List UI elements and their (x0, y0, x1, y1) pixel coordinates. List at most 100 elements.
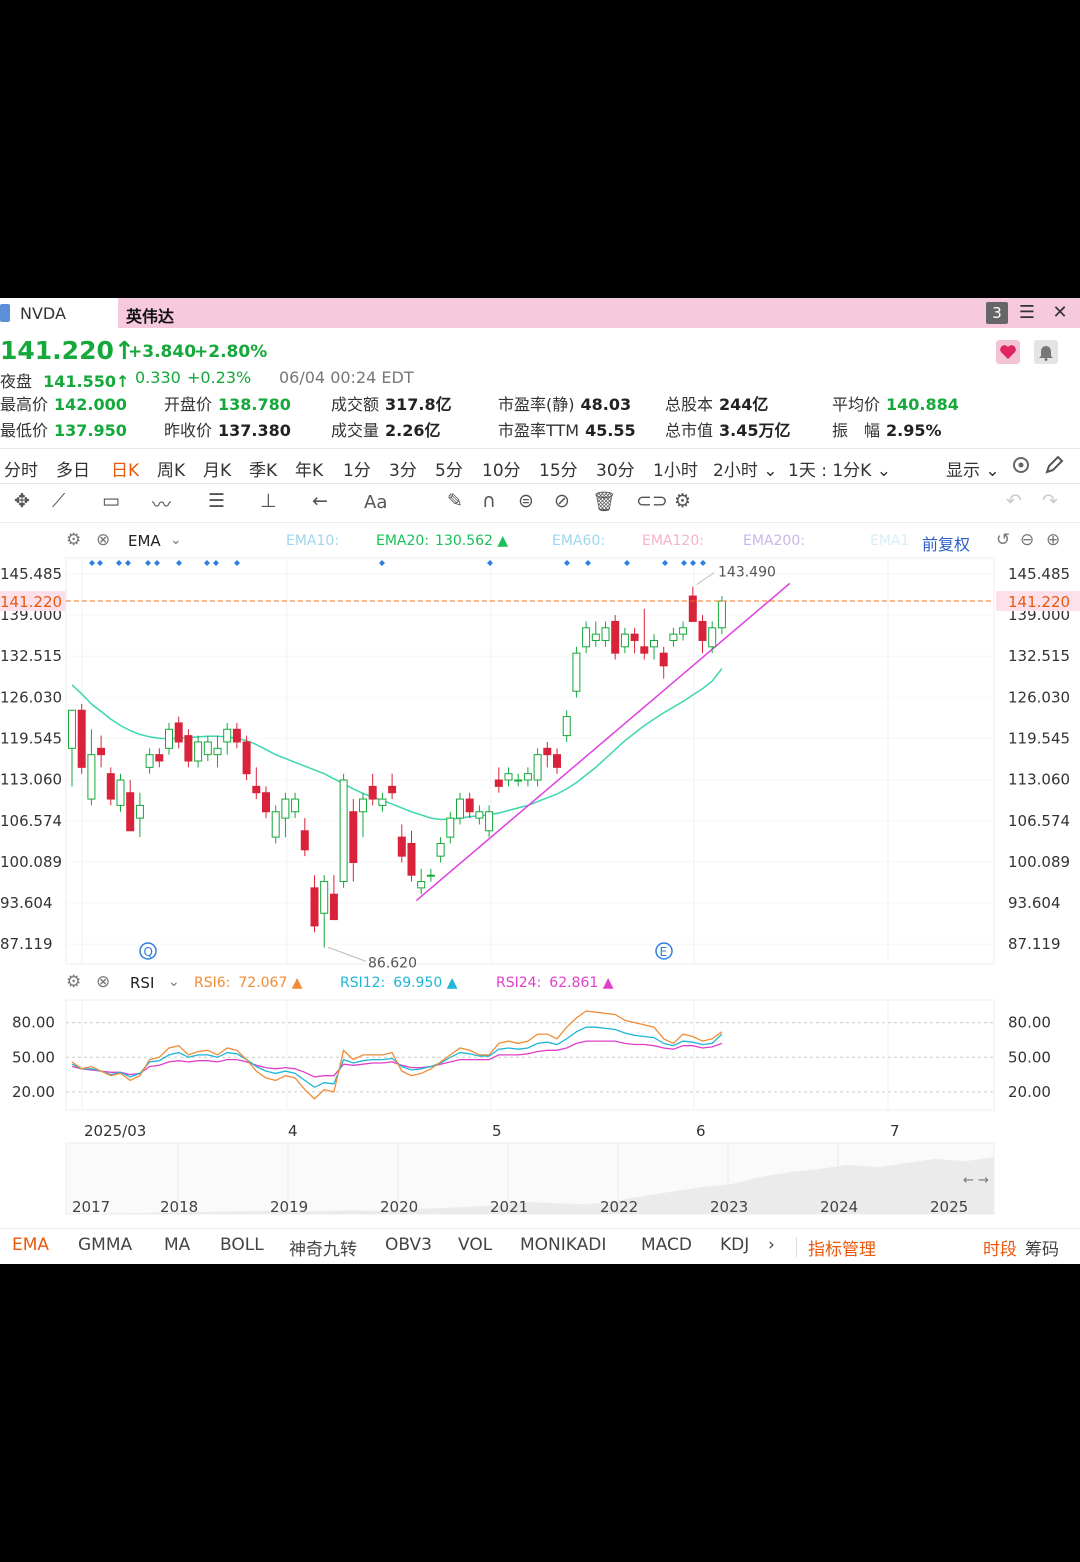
chevron-down-icon[interactable]: ⌄ (168, 974, 180, 990)
candlestick[interactable] (514, 773, 523, 787)
event-dot-icon[interactable] (487, 560, 493, 566)
candlestick[interactable] (543, 741, 552, 768)
candlestick[interactable] (485, 805, 494, 838)
event-dot-icon[interactable] (125, 560, 131, 566)
candlestick[interactable] (630, 627, 639, 654)
event-dot-icon[interactable] (624, 560, 630, 566)
candlestick[interactable] (68, 709, 76, 787)
indicator-tab[interactable]: MA (164, 1235, 190, 1255)
candlestick[interactable] (368, 773, 377, 806)
candlestick[interactable] (698, 615, 707, 654)
candlestick[interactable] (650, 634, 658, 660)
candlestick[interactable] (320, 875, 329, 948)
candlestick[interactable] (145, 748, 154, 774)
candlestick[interactable] (475, 805, 484, 825)
quarterly-report-icon[interactable]: Q (139, 942, 157, 960)
indicator-tab[interactable]: 神奇九转 (289, 1235, 357, 1260)
indicator-tab[interactable]: 指标管理 (808, 1235, 876, 1260)
candlestick[interactable] (135, 792, 144, 838)
adjust-mode[interactable]: 前复权 (922, 531, 970, 555)
candlestick[interactable] (611, 615, 620, 660)
candlestick[interactable] (184, 729, 193, 768)
candlestick[interactable] (174, 716, 183, 749)
indicator-tab[interactable]: BOLL (220, 1235, 264, 1255)
candlestick[interactable] (77, 703, 86, 774)
indicator-tab[interactable]: MACD (641, 1235, 692, 1255)
candlestick[interactable] (504, 767, 513, 787)
event-dot-icon[interactable] (213, 560, 219, 566)
candlestick[interactable] (669, 627, 678, 647)
candlestick[interactable] (203, 735, 212, 761)
candlestick[interactable] (106, 767, 115, 806)
event-dot-icon[interactable] (154, 560, 160, 566)
candlestick[interactable] (417, 868, 426, 895)
candlestick[interactable] (87, 729, 96, 806)
candlestick[interactable] (232, 722, 241, 749)
more-arrow-icon[interactable]: › (768, 1235, 775, 1255)
candlestick[interactable] (533, 748, 542, 787)
chevron-down-icon[interactable]: ⌄ (170, 532, 182, 548)
event-dot-icon[interactable] (690, 560, 696, 566)
candlestick[interactable] (359, 792, 367, 838)
candlestick[interactable] (688, 586, 697, 622)
candlestick[interactable] (97, 735, 106, 768)
indicator-tab[interactable]: EMA (12, 1235, 49, 1255)
event-dot-icon[interactable] (97, 560, 103, 566)
candlestick[interactable] (407, 830, 416, 882)
navigator-handle-icon[interactable]: ← → (963, 1173, 989, 1188)
indicator-settings-icon[interactable]: ⚙ (66, 530, 81, 550)
reset-icon[interactable]: ↺ (996, 530, 1010, 550)
event-dot-icon[interactable] (585, 560, 591, 566)
candlestick[interactable] (310, 875, 319, 933)
candlestick[interactable] (717, 596, 726, 635)
candlestick[interactable] (465, 792, 474, 819)
candlestick[interactable] (271, 805, 280, 844)
candlestick[interactable] (591, 621, 600, 647)
earnings-icon[interactable]: E (655, 942, 673, 960)
candlestick[interactable] (300, 818, 309, 857)
event-dot-icon[interactable] (662, 560, 668, 566)
indicator-tab[interactable]: OBV3 (385, 1235, 432, 1255)
candlestick[interactable] (291, 792, 300, 819)
rsi-settings-icon[interactable]: ⚙ (66, 972, 81, 992)
candlestick[interactable] (426, 868, 435, 882)
candlestick[interactable] (446, 811, 455, 844)
candlestick[interactable] (620, 627, 629, 654)
zoom-in-icon[interactable]: ⊕ (1046, 530, 1060, 550)
candlestick[interactable] (388, 773, 397, 800)
candlestick[interactable] (679, 621, 688, 641)
chips-tab[interactable]: 筹码 (1025, 1235, 1059, 1260)
event-dot-icon[interactable] (700, 560, 706, 566)
candlestick[interactable] (194, 735, 203, 768)
candlestick[interactable] (456, 792, 464, 825)
event-dot-icon[interactable] (116, 560, 122, 566)
event-dot-icon[interactable] (564, 560, 570, 566)
candlestick[interactable] (659, 646, 668, 679)
candlestick[interactable] (640, 608, 649, 660)
candlestick[interactable] (262, 786, 270, 819)
event-dot-icon[interactable] (204, 560, 210, 566)
candlestick[interactable] (349, 799, 358, 882)
candlestick[interactable] (397, 824, 406, 863)
candlestick[interactable] (213, 735, 222, 768)
event-dot-icon[interactable] (234, 560, 240, 566)
rsi-close-icon[interactable]: ⊗ (96, 972, 110, 992)
event-dot-icon[interactable] (379, 560, 385, 566)
candlestick[interactable] (553, 748, 561, 774)
candlestick[interactable] (126, 780, 135, 832)
indicator-tab[interactable]: KDJ (720, 1235, 749, 1255)
event-dot-icon[interactable] (176, 560, 182, 566)
candlestick[interactable] (252, 767, 261, 800)
candlestick[interactable] (708, 621, 717, 654)
indicator-tab[interactable]: MONIKADI (520, 1235, 606, 1255)
candlestick[interactable] (601, 621, 610, 647)
candlestick[interactable] (223, 722, 232, 755)
candlestick[interactable] (242, 735, 251, 781)
candlestick[interactable] (562, 710, 571, 742)
candlestick[interactable] (329, 875, 338, 921)
candlestick[interactable] (494, 767, 503, 793)
candlestick[interactable] (572, 646, 581, 698)
indicator-close-icon[interactable]: ⊗ (96, 530, 110, 550)
zoom-out-icon[interactable]: ⊖ (1020, 530, 1034, 550)
candlestick[interactable] (436, 837, 445, 863)
